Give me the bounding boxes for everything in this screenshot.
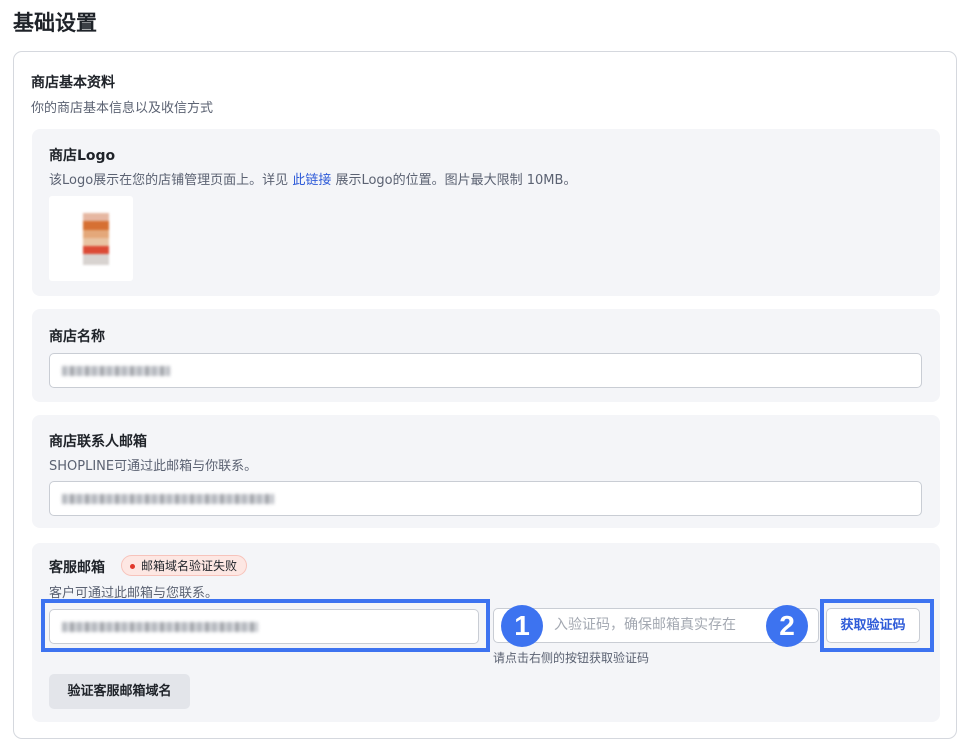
verification-code-hint: 请点击右侧的按钮获取验证码 — [493, 651, 650, 665]
verify-service-email-domain-button[interactable]: 验证客服邮箱域名 — [49, 674, 190, 709]
contact-email-title: 商店联系人邮箱 — [49, 434, 147, 450]
store-name-input[interactable] — [49, 353, 922, 388]
step-2-marker: 2 — [766, 605, 808, 647]
logo-desc-text: 该Logo展示在您的店铺管理页面上。详见 — [49, 173, 293, 188]
blurred-value — [62, 494, 274, 504]
logo-upload-preview[interactable] — [49, 196, 133, 281]
page-title: 基础设置 — [13, 11, 97, 35]
contact-email-input[interactable] — [49, 481, 922, 516]
step-1-marker: 1 — [501, 605, 543, 647]
contact-email-description: SHOPLINE可通过此邮箱与你联系。 — [49, 459, 258, 474]
card-subtitle: 你的商店基本信息以及收信方式 — [31, 101, 214, 116]
logo-section-title: 商店Logo — [49, 148, 116, 164]
card-title: 商店基本资料 — [31, 75, 115, 91]
highlight-box-get-code — [820, 599, 934, 652]
blurred-value — [62, 366, 170, 376]
highlight-box-service-email — [41, 599, 490, 652]
logo-section-description: 该Logo展示在您的店铺管理页面上。详见 此链接 展示Logo的位置。图片最大限… — [49, 169, 576, 188]
contact-email-section: 商店联系人邮箱 SHOPLINE可通过此邮箱与你联系。 — [32, 415, 940, 528]
store-name-section: 商店名称 — [32, 309, 940, 402]
service-email-title: 客服邮箱 — [49, 560, 105, 576]
store-logo-section: 商店Logo 该Logo展示在您的店铺管理页面上。详见 此链接 展示Logo的位… — [32, 129, 940, 296]
store-name-title: 商店名称 — [49, 329, 105, 345]
domain-verification-failed-badge: 邮箱域名验证失败 — [121, 555, 248, 576]
logo-desc-text-2: 展示Logo的位置。图片最大限制 10MB。 — [331, 173, 577, 188]
store-logo-image — [83, 213, 109, 265]
logo-position-link[interactable]: 此链接 — [292, 173, 331, 188]
